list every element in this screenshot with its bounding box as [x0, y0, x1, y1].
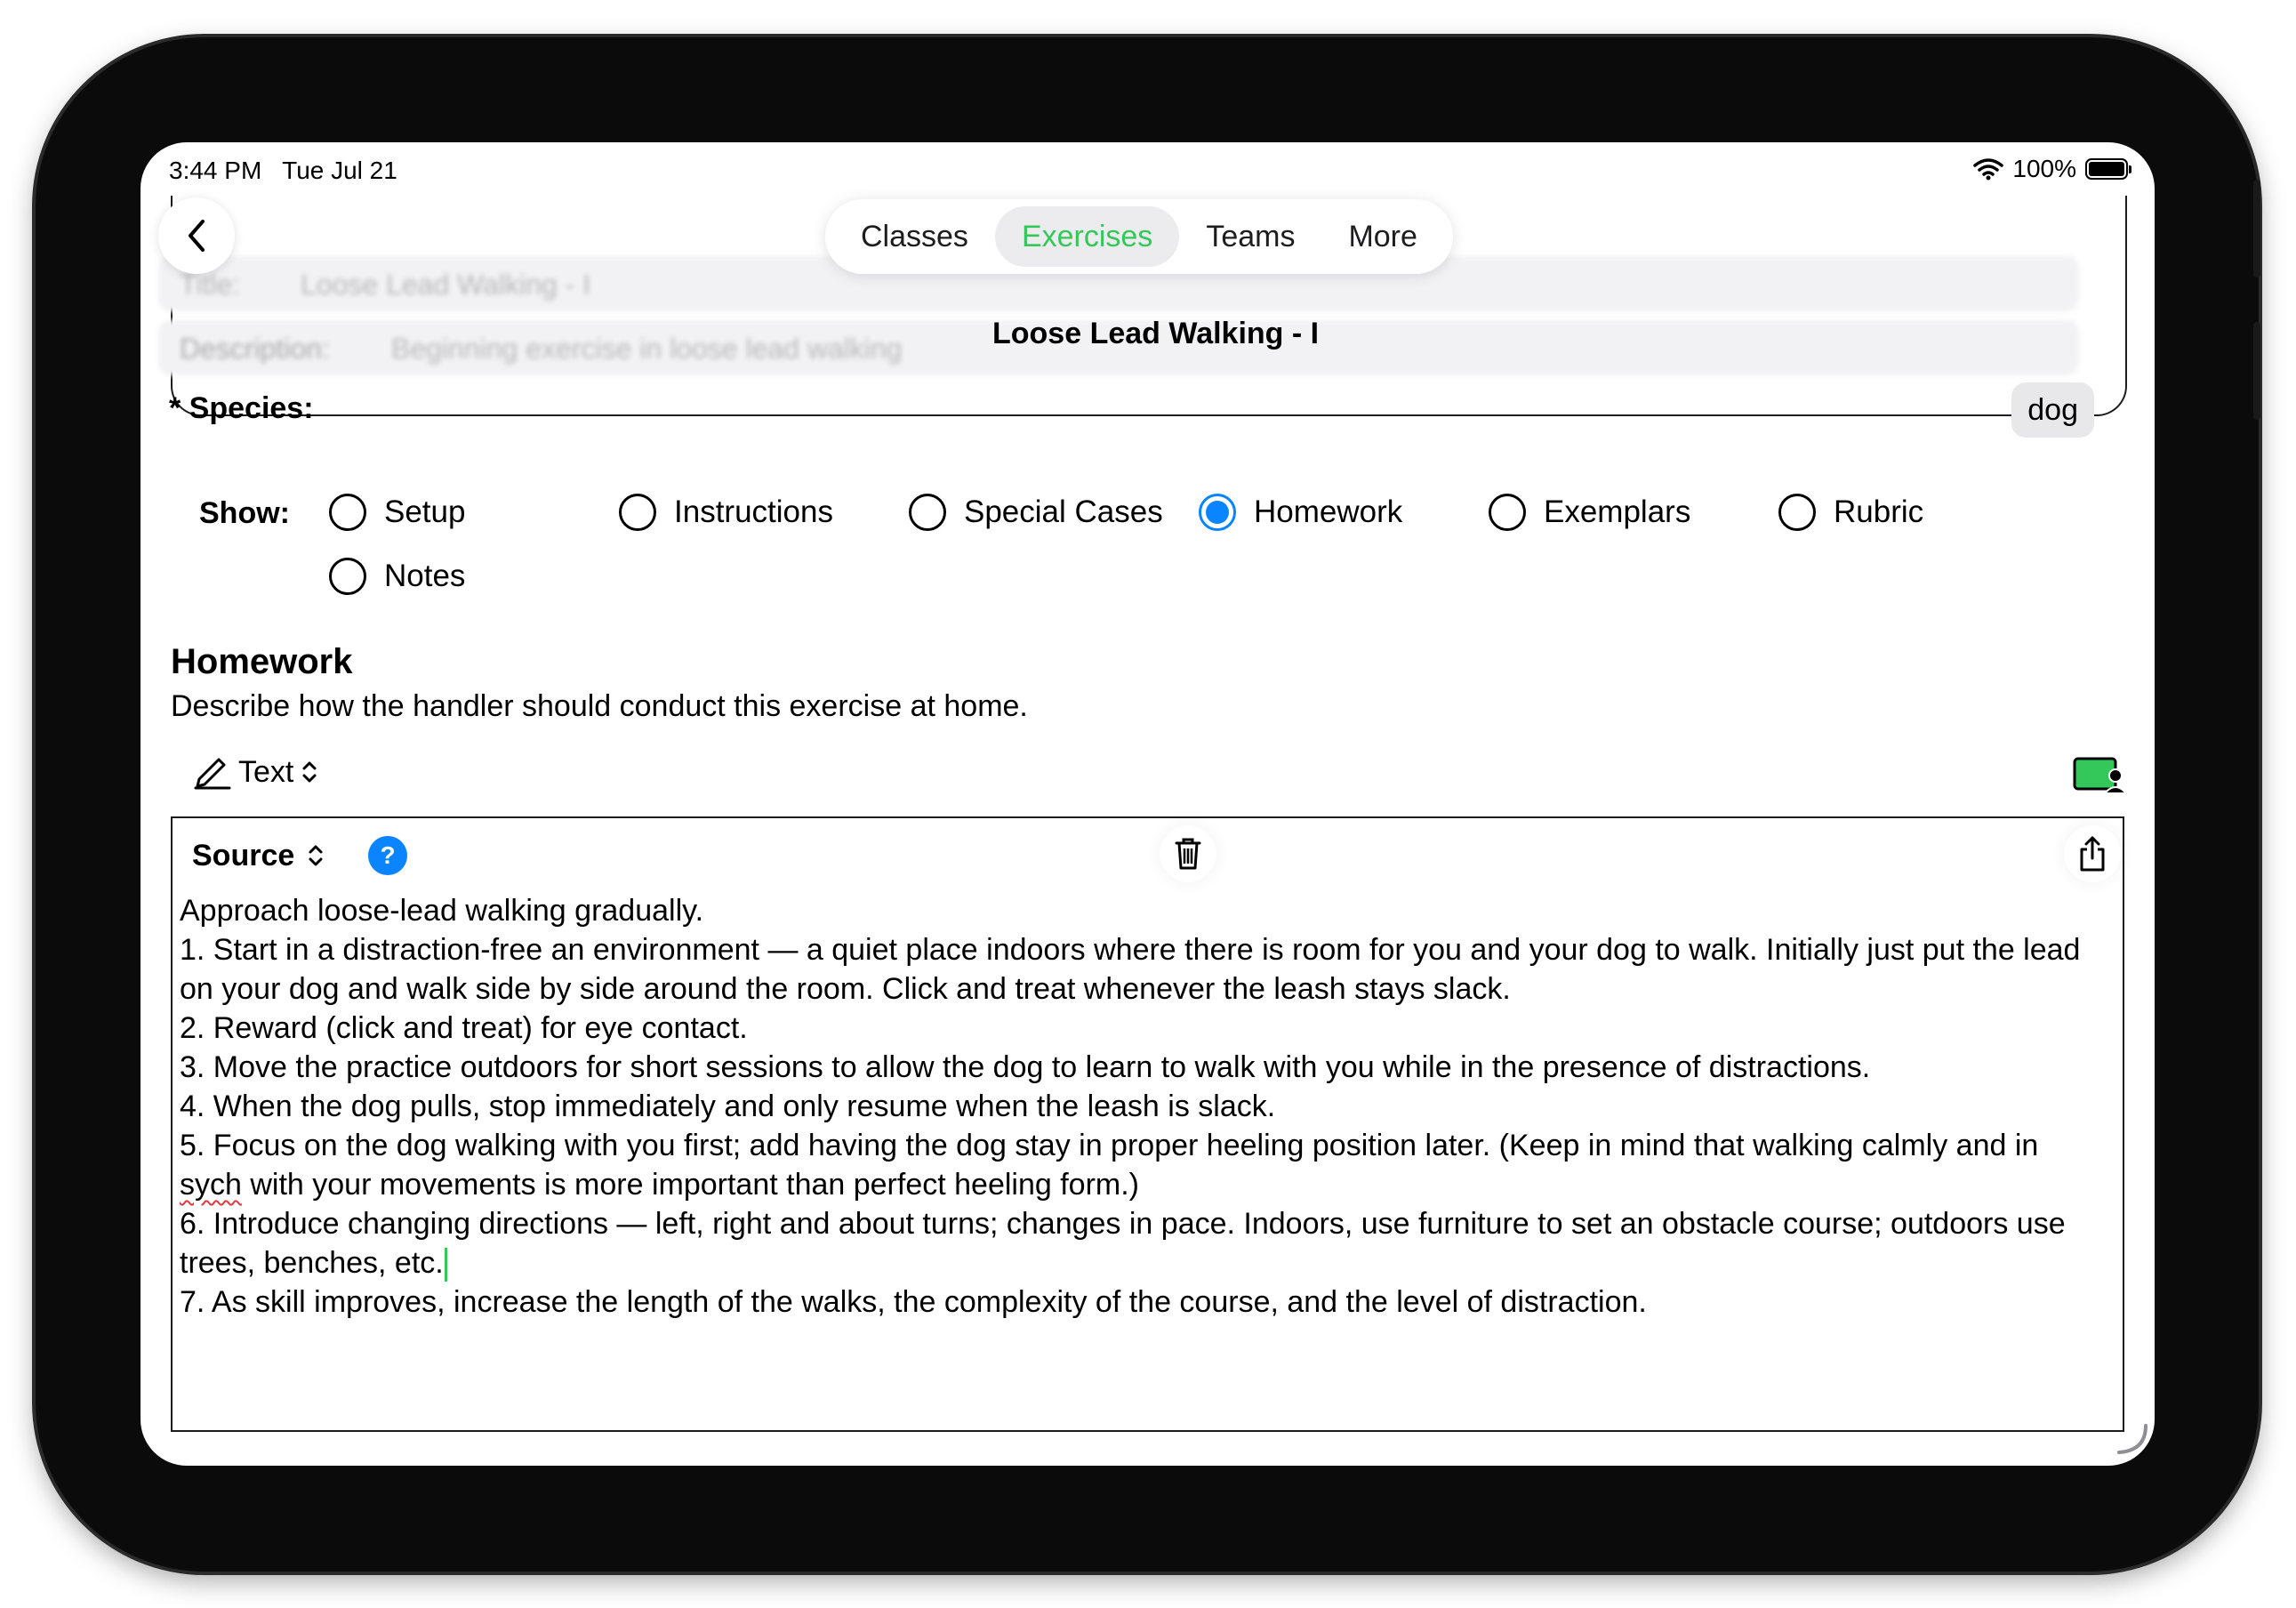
text-line: Approach loose-lead walking gradually.: [180, 894, 704, 928]
tab-exercises[interactable]: Exercises: [994, 206, 1180, 267]
status-bar-time: 3:44 PM Tue Jul 21: [169, 157, 397, 185]
show-label: Show:: [199, 496, 290, 530]
chevron-updown-icon: [302, 761, 317, 783]
radio-icon: [909, 494, 946, 531]
text-line: 1. Start in a distraction-free an enviro…: [180, 933, 2081, 1006]
wifi-icon: [1973, 158, 2004, 181]
show-option-exemplars[interactable]: Exemplars: [1489, 494, 1690, 531]
tab-more[interactable]: More: [1321, 206, 1443, 267]
chevron-left-icon: [189, 220, 205, 252]
show-option-setup[interactable]: Setup: [329, 494, 465, 531]
tab-teams[interactable]: Teams: [1179, 206, 1321, 267]
status-time: 3:44 PM: [169, 157, 262, 184]
show-option-special-cases[interactable]: Special Cases: [909, 494, 1163, 531]
tab-classes[interactable]: Classes: [834, 206, 995, 267]
section-subtitle: Describe how the handler should conduct …: [171, 689, 1028, 723]
text-mode-picker[interactable]: Text: [194, 754, 318, 790]
show-option-label: Homework: [1254, 494, 1403, 529]
battery-icon: [2085, 158, 2131, 180]
species-value[interactable]: dog: [2011, 382, 2094, 438]
back-button[interactable]: [158, 197, 235, 274]
show-option-label: Exemplars: [1544, 494, 1691, 529]
misspelled-word[interactable]: sych: [180, 1168, 242, 1202]
species-label: * Species:: [169, 391, 314, 425]
text-segment: 5. Focus on the dog walking with you fir…: [180, 1129, 2039, 1162]
show-option-label: Instructions: [674, 494, 833, 529]
description-label: Description:: [180, 333, 330, 365]
show-option-label: Notes: [384, 559, 466, 593]
exercise-title: Loose Lead Walking - I: [992, 317, 1320, 350]
radio-icon: [619, 494, 656, 531]
radio-icon: [1778, 494, 1816, 531]
text-line: 6. Introduce changing directions — left,…: [180, 1204, 2109, 1282]
delete-button[interactable]: [1160, 825, 1216, 882]
radio-icon: [329, 558, 366, 595]
show-option-label: Special Cases: [964, 494, 1163, 529]
status-date: Tue Jul 21: [282, 157, 397, 184]
text-segment: with your movements is more important th…: [241, 1168, 1139, 1202]
source-label: Source: [192, 838, 295, 872]
battery-percent: 100%: [2012, 155, 2076, 182]
hardware-button: [2253, 180, 2260, 277]
radio-selected-icon: [1199, 494, 1236, 531]
text-line: 5. Focus on the dog walking with you fir…: [180, 1126, 2109, 1204]
show-option-label: Setup: [384, 494, 466, 529]
show-option-homework[interactable]: Homework: [1199, 494, 1402, 531]
source-picker[interactable]: Source: [180, 824, 338, 888]
text-segment: 6. Introduce changing directions — left,…: [180, 1207, 2066, 1280]
homework-editor[interactable]: Source ? Approach loose-lead walking gra…: [171, 816, 2124, 1432]
radio-icon: [329, 494, 366, 531]
screen: 3:44 PM Tue Jul 21 100% Title: Loose Lea…: [140, 142, 2155, 1466]
text-line: 4. When the dog pulls, stop immediately …: [180, 1089, 1276, 1123]
share-button[interactable]: [2064, 825, 2121, 882]
text-cursor: [444, 1248, 447, 1282]
hardware-button: [2253, 322, 2260, 420]
top-tab-bar: Classes Exercises Teams More: [825, 199, 1453, 274]
description-value[interactable]: Beginning exercise in loose lead walking: [391, 333, 903, 366]
title-value[interactable]: Loose Lead Walking - I: [301, 269, 590, 302]
share-icon: [2080, 836, 2105, 872]
text-line: 7. As skill improves, increase the lengt…: [180, 1285, 1647, 1319]
chevron-updown-icon: [309, 845, 323, 866]
show-option-notes[interactable]: Notes: [329, 558, 465, 595]
title-label: Title:: [180, 269, 241, 301]
assign-person-icon[interactable]: [2073, 756, 2129, 800]
text-line: 2. Reward (click and treat) for eye cont…: [180, 1011, 748, 1045]
show-option-instructions[interactable]: Instructions: [619, 494, 833, 531]
help-icon[interactable]: ?: [368, 836, 407, 875]
text-line: 3. Move the practice outdoors for short …: [180, 1050, 1871, 1084]
pencil-icon: [194, 758, 231, 790]
resize-handle-icon[interactable]: [2114, 1420, 2149, 1460]
trash-icon: [1175, 838, 1201, 870]
section-title: Homework: [171, 642, 353, 681]
show-option-rubric[interactable]: Rubric: [1778, 494, 1923, 531]
status-bar-right: 100%: [1973, 155, 2131, 183]
text-mode-label: Text: [238, 754, 294, 789]
homework-text[interactable]: Approach loose-lead walking gradually. 1…: [180, 891, 2109, 1322]
show-option-label: Rubric: [1834, 494, 1924, 529]
radio-icon: [1489, 494, 1526, 531]
